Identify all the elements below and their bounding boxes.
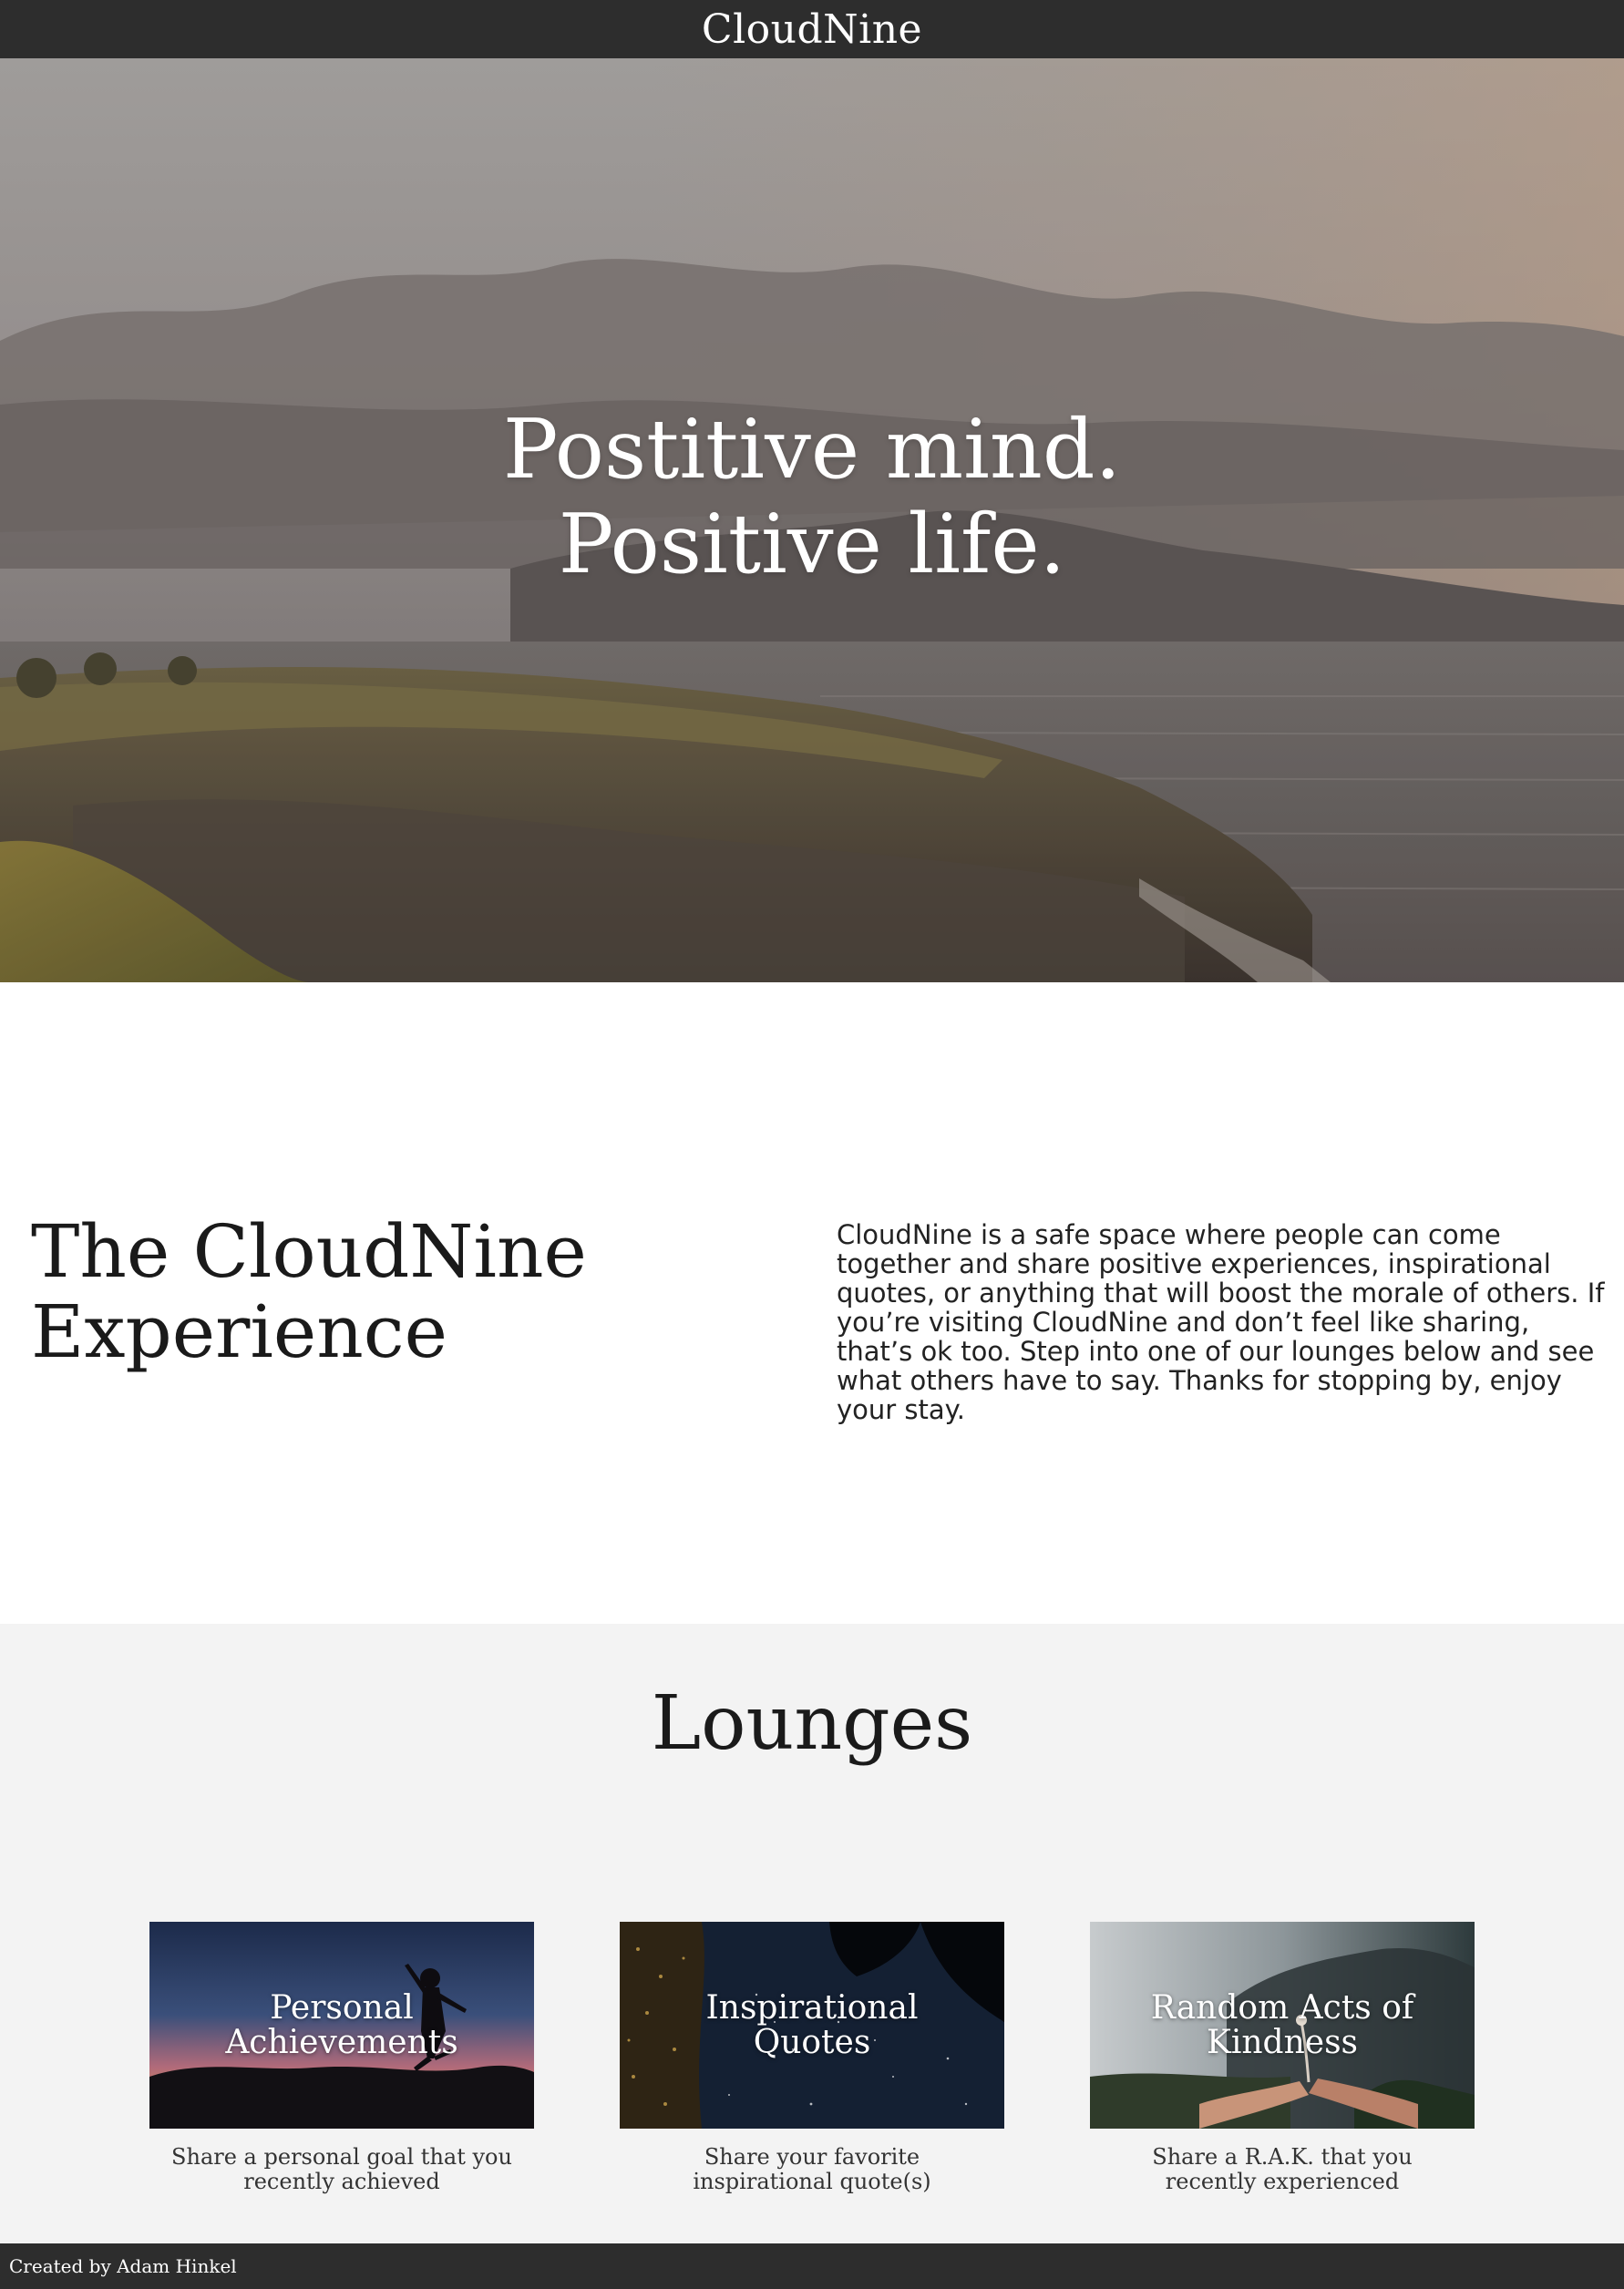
lounge-label-personal-achievements: Personal Achievements bbox=[225, 1988, 458, 2061]
lounge-label-random-acts-of-kindness: Random Acts of Kindness bbox=[1150, 1988, 1414, 2061]
brand-logo-link[interactable]: CloudNine bbox=[702, 6, 922, 53]
footer-bar: Created by Adam Hinkel bbox=[0, 2243, 1624, 2289]
lounge-card-random-acts-of-kindness: Random Acts of Kindness Share a R.A.K. t… bbox=[1090, 1922, 1475, 2194]
about-title: The CloudNine Experience bbox=[31, 1212, 760, 1372]
lounge-link-inspirational-quotes[interactable]: Inspirational Quotes bbox=[620, 1922, 1004, 2129]
lounge-label-inspirational-quotes: Inspirational Quotes bbox=[705, 1988, 919, 2061]
hero-headline: Postitive mind. Positive life. bbox=[0, 403, 1624, 592]
lounge-link-personal-achievements[interactable]: Personal Achievements bbox=[149, 1922, 534, 2129]
lounge-card-inspirational-quotes: Inspirational Quotes Share your favorite… bbox=[620, 1922, 1004, 2194]
lounge-description-inspirational-quotes: Share your favorite inspirational quote(… bbox=[693, 2144, 931, 2194]
lounges-section: Lounges Personal Achievements Share a pe… bbox=[0, 1624, 1624, 2243]
about-description: CloudNine is a safe space where people c… bbox=[837, 1219, 1605, 1425]
about-section: The CloudNine Experience CloudNine is a … bbox=[0, 982, 1624, 1624]
lounges-title: Lounges bbox=[651, 1680, 973, 1767]
about-title-line-1: The CloudNine bbox=[31, 1209, 587, 1294]
hero-section: Postitive mind. Positive life. bbox=[0, 58, 1624, 982]
lounge-description-personal-achievements: Share a personal goal that you recently … bbox=[171, 2144, 512, 2194]
lounge-link-random-acts-of-kindness[interactable]: Random Acts of Kindness bbox=[1090, 1922, 1475, 2129]
lounge-description-random-acts-of-kindness: Share a R.A.K. that you recently experie… bbox=[1152, 2144, 1413, 2194]
hero-headline-line-1: Postitive mind. bbox=[502, 402, 1122, 498]
hero-headline-line-2: Positive life. bbox=[558, 497, 1066, 592]
lounge-card-personal-achievements: Personal Achievements Share a personal g… bbox=[149, 1922, 534, 2194]
about-title-line-2: Experience bbox=[31, 1289, 447, 1374]
top-nav-bar: CloudNine bbox=[0, 0, 1624, 58]
footer-credit: Created by Adam Hinkel bbox=[9, 2255, 237, 2277]
